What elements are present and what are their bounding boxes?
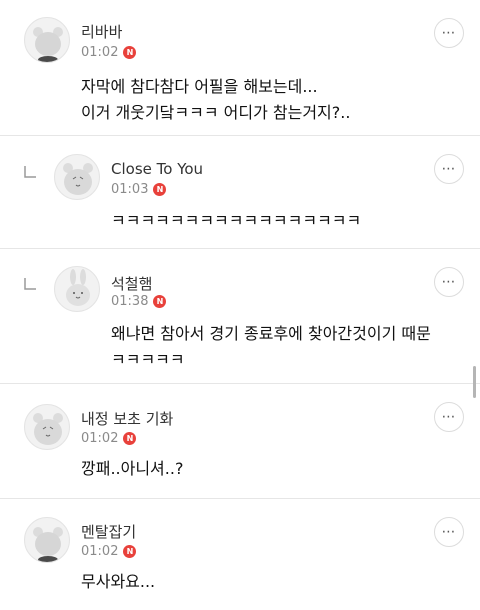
- reply-arrow-icon: [24, 166, 36, 178]
- comment-time: 01:38: [111, 294, 149, 309]
- rabbit-icon[interactable]: [54, 266, 100, 312]
- new-badge: N: [123, 432, 137, 445]
- new-badge: N: [153, 295, 167, 308]
- comment-meta: 01:02 N: [81, 431, 137, 446]
- comment-meta: 01:38 N: [111, 294, 167, 309]
- new-badge: N: [123, 545, 137, 558]
- comment-author[interactable]: 석철햄: [111, 273, 152, 294]
- comment-text: 자막에 참다참다 어필을 해보는데... 이거 개웃기닼ㅋㅋㅋ 어디가 참는거지…: [81, 77, 351, 122]
- comment-item: 석철햄 01:38 N 왜냐면 참아서 경기 종료후에 찾아간것이기 때문 ㅋㅋ…: [0, 249, 480, 384]
- comment-text: ㅋㅋㅋㅋㅋㅋㅋㅋㅋㅋㅋㅋㅋㅋㅋㅋㅋ: [111, 211, 362, 230]
- comment-meta: 01:02 N: [81, 45, 137, 60]
- comment-item: 멘탈잡기 01:02 N 무사와요... ⋯: [0, 499, 480, 610]
- comment-time: 01:02: [81, 431, 119, 446]
- reply-arrow-icon: [24, 278, 36, 290]
- new-badge: N: [123, 46, 137, 59]
- more-options-button[interactable]: ⋯: [434, 517, 464, 547]
- comment-text: 무사와요...: [81, 572, 156, 591]
- comment-item: 내정 보초 기화 01:02 N 깡패..아니셔..? ⋯: [0, 384, 480, 499]
- comment-author[interactable]: 멘탈잡기: [81, 521, 136, 542]
- comment-author[interactable]: 리바바: [81, 21, 122, 42]
- comment-text: 왜냐면 참아서 경기 종료후에 찾아간것이기 때문 ㅋㅋㅋㅋㅋ: [111, 324, 431, 369]
- comment-meta: 01:02 N: [81, 544, 137, 559]
- comment-text: 깡패..아니셔..?: [81, 459, 184, 478]
- comment-time: 01:03: [111, 182, 149, 197]
- new-badge: N: [153, 183, 167, 196]
- blank-bear-icon[interactable]: [24, 17, 70, 63]
- more-options-button[interactable]: ⋯: [434, 18, 464, 48]
- comment-time: 01:02: [81, 45, 119, 60]
- comment-item: Close To You 01:03 N ㅋㅋㅋㅋㅋㅋㅋㅋㅋㅋㅋㅋㅋㅋㅋㅋㅋ ⋯: [0, 136, 480, 249]
- comment-feed: 리바바 01:02 N 자막에 참다참다 어필을 해보는데... 이거 개웃기닼…: [0, 0, 480, 610]
- more-options-button[interactable]: ⋯: [434, 154, 464, 184]
- comment-meta: 01:03 N: [111, 182, 167, 197]
- comment-item: 리바바 01:02 N 자막에 참다참다 어필을 해보는데... 이거 개웃기닼…: [0, 0, 480, 136]
- comment-author[interactable]: 내정 보초 기화: [81, 408, 173, 429]
- comment-author[interactable]: Close To You: [111, 160, 203, 178]
- more-options-button[interactable]: ⋯: [434, 267, 464, 297]
- comment-time: 01:02: [81, 544, 119, 559]
- bear-icon[interactable]: [54, 154, 100, 200]
- bear-icon[interactable]: [24, 404, 70, 450]
- blank-bear-icon[interactable]: [24, 517, 70, 563]
- more-options-button[interactable]: ⋯: [434, 402, 464, 432]
- scrollbar-thumb[interactable]: [473, 366, 476, 398]
